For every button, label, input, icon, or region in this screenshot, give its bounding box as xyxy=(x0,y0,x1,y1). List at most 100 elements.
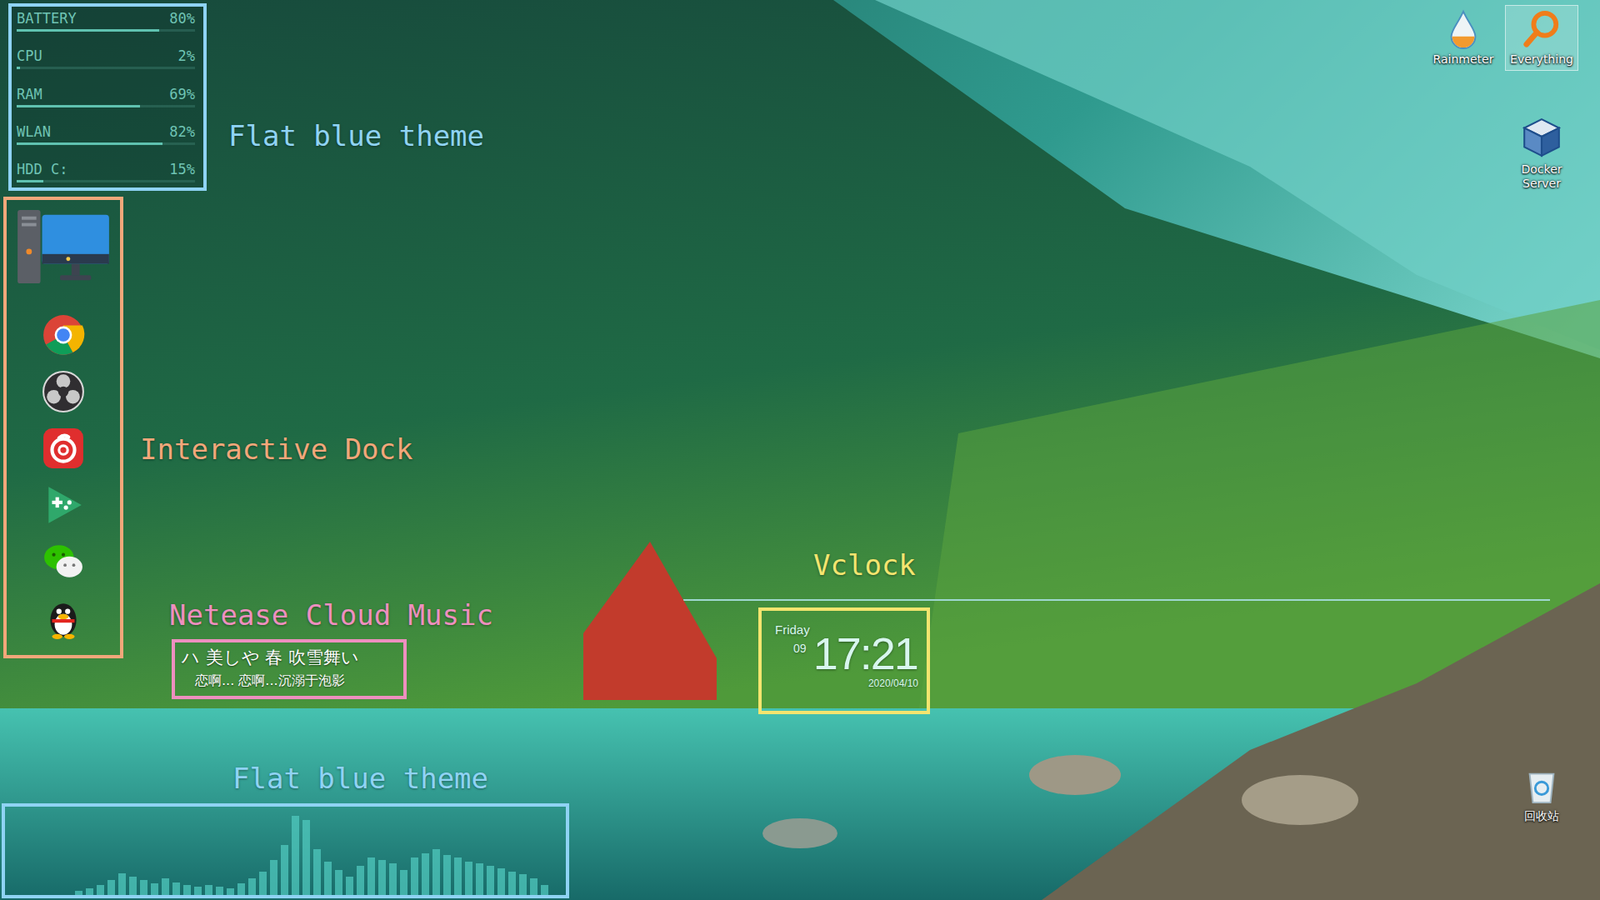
visualizer-bar xyxy=(400,870,408,895)
lyric-line: 恋啊... 恋啊...沉溺于泡影 xyxy=(181,672,397,690)
visualizer-bar xyxy=(497,868,505,895)
monitor-row: RAM 69% xyxy=(16,85,195,108)
dock-item[interactable] xyxy=(41,426,85,470)
desktop-icon[interactable]: Rainmeter xyxy=(1426,5,1500,71)
monitor-label: BATTERY xyxy=(16,10,77,27)
annotation-label: Flat blue theme xyxy=(228,119,485,153)
wechat-icon xyxy=(41,540,85,584)
visualizer-bar xyxy=(194,886,202,895)
monitor-label: WLAN xyxy=(16,123,51,140)
desktop-icon[interactable]: Everything xyxy=(1505,5,1579,71)
visualizer-bar xyxy=(129,876,137,895)
chrome-icon xyxy=(41,313,85,357)
visualizer-bar xyxy=(96,885,105,895)
visualizer-bar xyxy=(280,845,289,895)
dock xyxy=(3,196,124,659)
clock-time: 17:21 xyxy=(813,630,918,676)
recycle-bin-icon xyxy=(1521,765,1562,806)
monitor-row: CPU 2% xyxy=(16,47,195,70)
audio-visualizer xyxy=(1,803,570,899)
visualizer-bar xyxy=(508,871,516,895)
visualizer-bar xyxy=(345,876,354,895)
monitor-row: HDD C:15% xyxy=(16,160,195,183)
monitor-bar xyxy=(16,29,195,32)
monitor-reading: 2% xyxy=(178,47,195,65)
desktop-icon-label: Docker Server xyxy=(1507,162,1576,191)
dock-item[interactable] xyxy=(41,483,85,527)
visualizer-bar xyxy=(183,885,191,895)
visualizer-bar xyxy=(421,853,430,895)
dock-item[interactable] xyxy=(41,540,85,584)
clock-date: 2020/04/10 xyxy=(868,677,919,690)
virtualbox-cube-icon xyxy=(1520,115,1564,160)
monitor-label: RAM xyxy=(16,85,43,103)
monitor-bar xyxy=(16,142,195,145)
visualizer-bar xyxy=(519,874,527,895)
monitor-row: WLAN 82% xyxy=(16,123,195,145)
visualizer-bar xyxy=(215,886,224,895)
visualizer-bar xyxy=(270,860,278,895)
visualizer-bar xyxy=(107,880,115,895)
monitor-bar xyxy=(16,105,195,108)
lyric-line: ハ 美しや 春 吹雪舞い xyxy=(181,645,397,670)
visualizer-bar xyxy=(172,882,180,895)
visualizer-bar xyxy=(226,888,235,895)
visualizer-bar xyxy=(389,863,397,895)
visualizer-bar xyxy=(205,885,213,895)
visualizer-bar xyxy=(313,849,321,895)
monitor-reading: 15% xyxy=(169,160,195,178)
magnifier-icon xyxy=(1521,9,1562,50)
desktop-icon[interactable]: 回收站 xyxy=(1505,761,1579,828)
rainmeter-drop-icon xyxy=(1443,9,1484,50)
game-icon xyxy=(41,483,85,527)
desktop-icon-label: Everything xyxy=(1510,52,1574,67)
annotation-label: Flat blue theme xyxy=(232,761,489,795)
visualizer-bar xyxy=(486,865,495,895)
clock-day: 09 xyxy=(775,641,810,655)
visualizer-bar xyxy=(432,849,440,895)
visualizer-bar xyxy=(530,878,538,895)
visualizer-bar xyxy=(324,861,332,895)
visualizer-bar xyxy=(454,857,462,895)
dock-item[interactable] xyxy=(41,596,85,640)
monitor-row: BATTERY80% xyxy=(16,10,195,32)
monitor-reading: 82% xyxy=(169,123,195,140)
desktop-icon[interactable]: Docker Server xyxy=(1505,111,1579,195)
computer-icon xyxy=(14,206,113,289)
visualizer-bar xyxy=(465,861,473,895)
lyrics-widget: ハ 美しや 春 吹雪舞い恋啊... 恋啊...沉溺于泡影 xyxy=(171,639,407,700)
visualizer-bar xyxy=(161,878,170,895)
visualizer-bar xyxy=(150,883,159,895)
monitor-reading: 69% xyxy=(169,85,195,103)
visualizer-bar xyxy=(259,871,267,895)
clock-weekday: Friday xyxy=(775,622,810,637)
monitor-label: CPU xyxy=(16,47,43,65)
dock-item[interactable] xyxy=(41,370,85,414)
visualizer-bar xyxy=(378,860,386,895)
netease-music-icon xyxy=(41,426,85,470)
visualizer-bar xyxy=(140,880,148,895)
visualizer-bar xyxy=(335,870,343,895)
qq-penguin-icon xyxy=(41,596,85,640)
annotation-label: Netease Cloud Music xyxy=(169,598,494,632)
dock-item[interactable] xyxy=(41,313,85,357)
monitor-bar xyxy=(16,180,195,183)
visualizer-bar xyxy=(302,820,310,895)
desktop-icon-label: 回收站 xyxy=(1524,809,1560,824)
visualizer-bar xyxy=(248,878,256,895)
visualizer-bar xyxy=(367,857,375,895)
dock-item[interactable] xyxy=(14,206,113,289)
visualizer-bar xyxy=(85,888,94,895)
desktop: BATTERY80% CPU 2% RAM 69% WLAN 82% HDD C:15% Fla… xyxy=(0,0,1600,900)
visualizer-bar xyxy=(475,863,484,895)
visualizer-bar xyxy=(410,857,419,895)
obs-icon xyxy=(41,370,85,414)
visualizer-bar xyxy=(118,873,126,895)
visualizer-bar xyxy=(540,885,549,895)
annotation-label: Interactive Dock xyxy=(140,432,414,466)
annotation-label: Vclock xyxy=(813,548,916,582)
monitor-bar xyxy=(16,66,195,70)
system-monitor: BATTERY80% CPU 2% RAM 69% WLAN 82% HDD C:15% xyxy=(8,3,207,191)
visualizer-bar xyxy=(75,890,83,895)
cabin xyxy=(583,541,717,700)
